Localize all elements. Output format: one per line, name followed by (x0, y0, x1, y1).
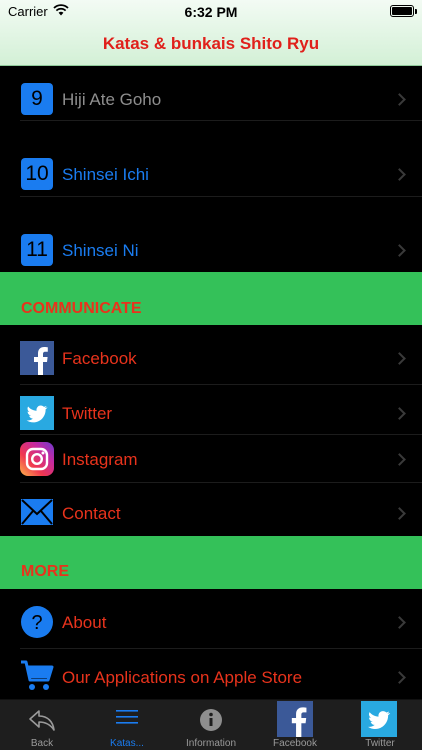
battery-icon (390, 5, 417, 17)
facebook-icon (20, 341, 54, 375)
status-time: 6:32 PM (184, 4, 238, 20)
chevron-right-icon (393, 93, 406, 106)
list-item-kata-11[interactable]: 11 Shinsei Ni (0, 197, 422, 272)
tab-bar: Back Katas... Information Facebook Twitt… (0, 699, 422, 750)
chevron-right-icon (393, 352, 406, 365)
list-lines-icon (116, 709, 138, 730)
tab-label: Information (185, 738, 237, 749)
twitter-icon (20, 396, 54, 430)
list-item-label: About (62, 613, 107, 632)
list-item-instagram[interactable]: Instagram (0, 435, 422, 483)
section-header-more: MORE (0, 536, 422, 589)
list-item-kata-10[interactable]: 10 Shinsei Ichi (0, 121, 422, 197)
kata-number-badge: 9 (21, 83, 53, 115)
chevron-right-icon (393, 407, 406, 420)
facebook-icon (277, 701, 313, 742)
info-icon (199, 708, 223, 737)
cart-icon (20, 658, 54, 692)
section-title: MORE (21, 563, 69, 580)
instagram-icon (20, 442, 54, 476)
kata-number-badge: 11 (21, 234, 53, 266)
list-item-label: Shinsei Ni (62, 241, 139, 260)
navigation-header: Carrier 6:32 PM Katas & bunkais Shito Ry… (0, 0, 422, 66)
svg-text:?: ? (31, 612, 42, 634)
list-item-label: Our Applications on Apple Store (62, 668, 303, 687)
mail-icon (20, 495, 54, 529)
list-item-label: Twitter (62, 404, 113, 423)
section-header-communicate: COMMUNICATE (0, 272, 422, 325)
list-item-facebook[interactable]: Facebook (0, 325, 422, 385)
chevron-right-icon (393, 244, 406, 257)
list-item-apple-store[interactable]: Our Applications on Apple Store (0, 649, 422, 699)
tab-back[interactable]: Back (0, 700, 84, 750)
page-title: Katas & bunkais Shito Ryu (102, 34, 320, 53)
chevron-right-icon (393, 507, 406, 520)
chevron-right-icon (393, 453, 406, 466)
list-item-kata-9[interactable]: 9 Hiji Ate Goho (0, 66, 422, 121)
tab-label: Katas... (110, 738, 144, 749)
tab-katas[interactable]: Katas... (85, 700, 169, 750)
tab-information[interactable]: Information (169, 700, 253, 750)
chevron-right-icon (393, 616, 406, 629)
list-item-label: Hiji Ate Goho (62, 90, 162, 109)
list-item-contact[interactable]: Contact (0, 483, 422, 536)
list-item-label: Shinsei Ichi (62, 165, 149, 184)
list-item-about[interactable]: ? About (0, 589, 422, 649)
twitter-icon (361, 701, 397, 742)
tab-label: Back (30, 738, 54, 749)
question-icon: ? (20, 605, 54, 639)
chevron-right-icon (393, 671, 406, 684)
list-item-twitter[interactable]: Twitter (0, 385, 422, 435)
list-item-label: Contact (62, 504, 121, 523)
chevron-right-icon (393, 168, 406, 181)
tab-label: Facebook (273, 738, 317, 749)
back-arrow-icon (28, 708, 56, 737)
list-item-label: Facebook (62, 349, 137, 368)
status-bar: Carrier 6:32 PM (0, 0, 422, 22)
tab-facebook[interactable]: Facebook (253, 700, 337, 750)
tab-label: Twitter (365, 738, 395, 749)
kata-number-badge: 10 (21, 158, 53, 190)
section-title: COMMUNICATE (21, 300, 142, 317)
tab-twitter[interactable]: Twitter (338, 700, 422, 750)
list-item-label: Instagram (62, 450, 138, 469)
